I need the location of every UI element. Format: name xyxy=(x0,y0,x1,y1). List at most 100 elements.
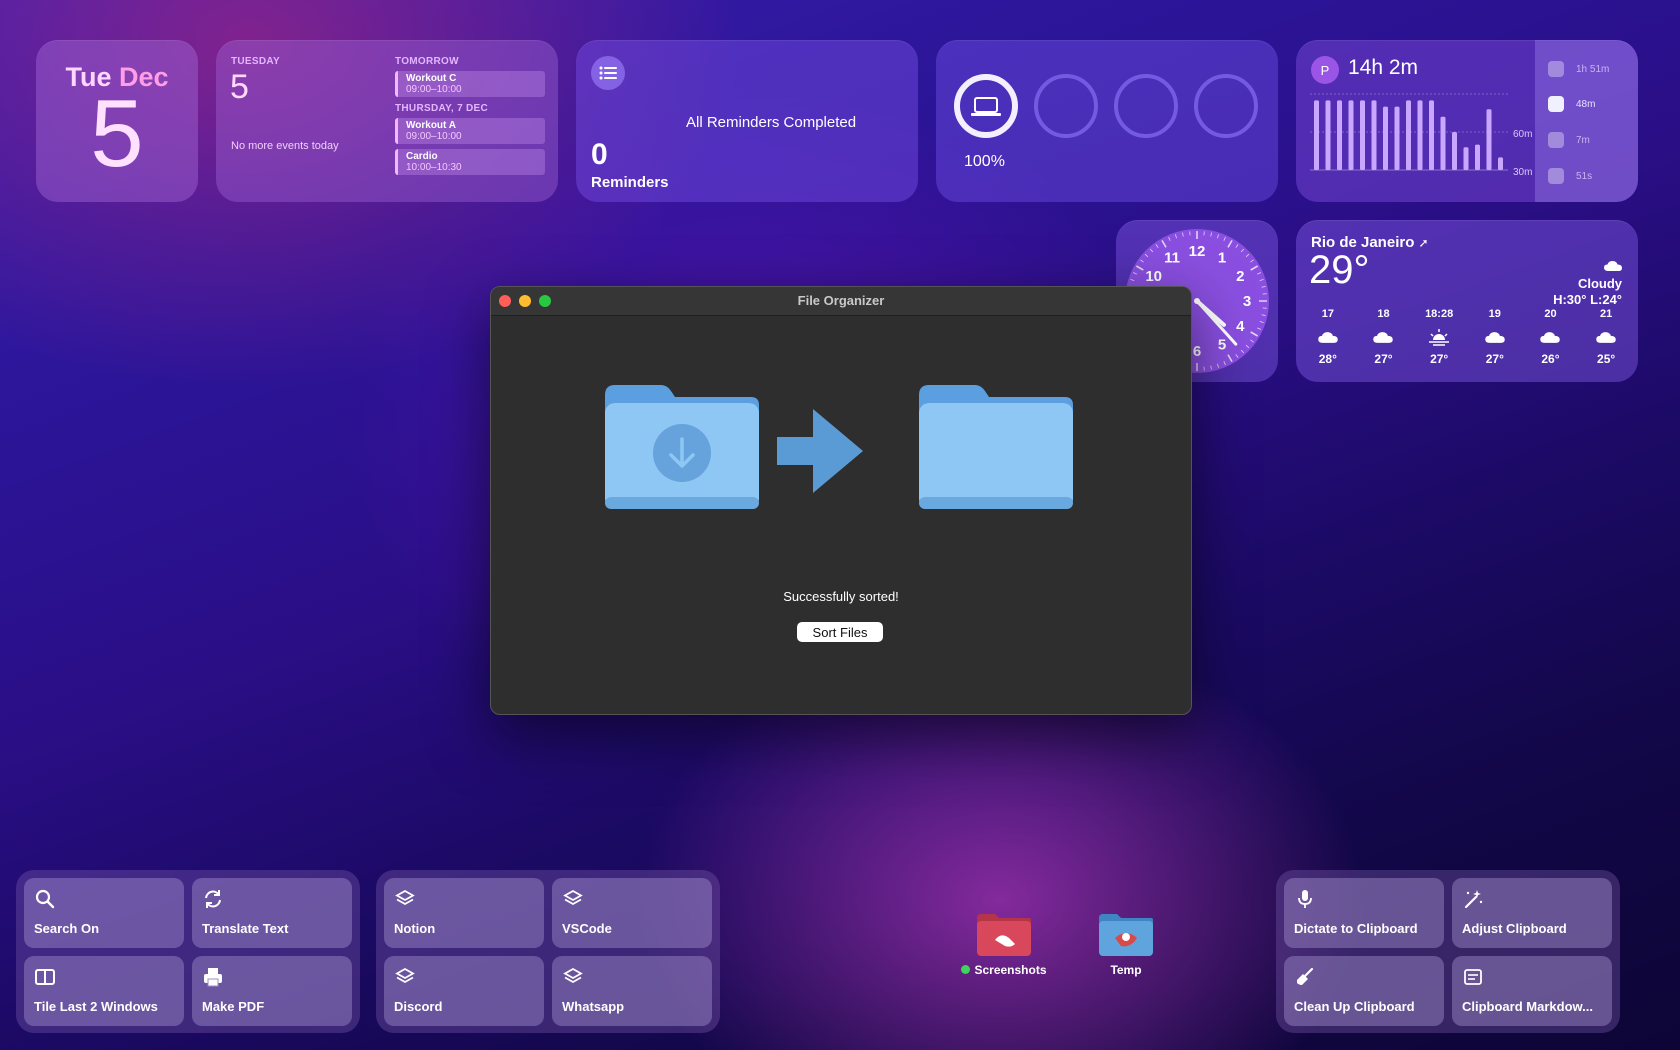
calendar-events-widget[interactable]: TUESDAY 5 No more events today TOMORROW … xyxy=(216,40,558,202)
forecast-temp: 27° xyxy=(1485,352,1504,366)
forecast-item: 21 25° xyxy=(1581,308,1631,366)
axis-label: 60m xyxy=(1513,129,1532,140)
usage-bar xyxy=(1463,147,1469,170)
zoom-button[interactable] xyxy=(539,295,551,307)
refresh-icon xyxy=(205,890,221,908)
vscode-icon xyxy=(1548,96,1564,112)
shortcut-dictate-to-clipboard[interactable]: Dictate to Clipboard xyxy=(1284,878,1444,948)
cloud-icon xyxy=(1470,326,1520,348)
usage-bar xyxy=(1452,132,1457,170)
list-icon xyxy=(591,56,625,90)
minimize-button[interactable] xyxy=(519,295,531,307)
app-usage-row: 7m xyxy=(1548,132,1590,148)
shortcut-clean-up-clipboard[interactable]: Clean Up Clipboard xyxy=(1284,956,1444,1026)
layers-icon xyxy=(563,967,583,984)
desktop-folder-temp[interactable]: Temp xyxy=(1076,912,1176,977)
app-usage-time: 48m xyxy=(1576,98,1596,110)
today-day: 5 xyxy=(230,68,249,106)
shortcut-label: Notion xyxy=(394,921,436,936)
status-message: Successfully sorted! xyxy=(783,589,899,604)
shortcut-whatsapp[interactable]: Whatsapp xyxy=(552,956,712,1026)
shortcut-translate-text[interactable]: Translate Text xyxy=(192,878,352,948)
usage-bar xyxy=(1406,100,1411,170)
shortcut-label: Clipboard Markdow... xyxy=(1462,999,1593,1014)
cloud-icon xyxy=(1604,261,1622,271)
app-usage-time: 1h 51m xyxy=(1576,63,1610,75)
screen-time-total: 14h 2m xyxy=(1348,56,1419,79)
document-icon xyxy=(1464,969,1482,985)
shortcut-label: Make PDF xyxy=(202,999,265,1014)
forecast-temp: 25° xyxy=(1597,352,1616,366)
usage-bar xyxy=(1475,144,1480,170)
shortcut-search-on[interactable]: Search On xyxy=(24,878,184,948)
shortcut-notion[interactable]: Notion xyxy=(384,878,544,948)
window-titlebar[interactable]: File Organizer xyxy=(491,287,1191,316)
cloud-icon xyxy=(1581,326,1631,348)
app-usage-row: 1h 51m xyxy=(1548,61,1609,77)
event-item[interactable]: Cardio 10:00–10:30 xyxy=(395,149,545,175)
hi-lo-text: H:30° L:24° xyxy=(1553,292,1622,307)
destination-folder-icon xyxy=(919,385,1073,509)
shortcut-label: VSCode xyxy=(562,921,612,936)
forecast-time: 18 xyxy=(1377,308,1390,320)
screen-time-widget[interactable]: P 14h 2m 60m 30m 0m 02 08 14 1h 51m 48m … xyxy=(1296,40,1638,202)
layers-icon xyxy=(395,889,415,906)
broom-icon xyxy=(1297,967,1314,985)
usage-bar xyxy=(1417,100,1423,170)
usage-bar xyxy=(1337,100,1342,170)
clock-number: 4 xyxy=(1236,318,1245,335)
event-item[interactable]: Workout A 09:00–10:00 xyxy=(395,118,545,144)
laptop-icon xyxy=(971,97,1001,116)
shortcut-label: Tile Last 2 Windows xyxy=(34,999,158,1014)
cloud-icon xyxy=(1358,326,1408,348)
battery-ring-empty xyxy=(1034,74,1098,138)
desktop-folder-screenshots[interactable]: Screenshots xyxy=(954,912,1054,977)
shortcut-clipboard-markdown[interactable]: Clipboard Markdow... xyxy=(1452,956,1612,1026)
app-usage-row: 48m xyxy=(1548,96,1595,112)
usage-bar xyxy=(1429,100,1434,170)
usage-bar xyxy=(1314,100,1319,170)
reminders-count: 0 xyxy=(591,138,608,171)
shortcuts-widget-2: Notion VSCode Discord Whatsapp xyxy=(376,870,720,1033)
shortcut-label: Discord xyxy=(394,999,443,1014)
no-events-text: No more events today xyxy=(231,140,339,152)
shortcut-vscode[interactable]: VSCode xyxy=(552,878,712,948)
close-button[interactable] xyxy=(499,295,511,307)
event-item[interactable]: Workout C 09:00–10:00 xyxy=(395,71,545,97)
folder-icon xyxy=(977,914,1031,956)
usage-bar xyxy=(1394,106,1400,170)
shortcut-discord[interactable]: Discord xyxy=(384,956,544,1026)
batteries-widget[interactable]: 100% xyxy=(936,40,1278,202)
reminders-widget[interactable]: All Reminders Completed 0 Reminders xyxy=(576,40,918,202)
app-usage-row: 51s xyxy=(1548,168,1592,184)
forecast-temp: 27° xyxy=(1374,352,1393,366)
cloud-icon xyxy=(1525,326,1575,348)
usage-bar xyxy=(1498,157,1503,170)
weather-widget[interactable]: Rio de Janeiro ➚ 29° Cloudy H:30° L:24° … xyxy=(1296,220,1638,382)
battery-ring-empty xyxy=(1194,74,1258,138)
sort-files-button[interactable]: Sort Files xyxy=(797,622,883,642)
clock-number: 1 xyxy=(1218,250,1226,267)
shortcut-make-pdf[interactable]: Make PDF xyxy=(192,956,352,1026)
clock-number: 6 xyxy=(1193,343,1201,360)
printer-icon xyxy=(204,968,222,987)
forecast-item: 18 27° xyxy=(1358,308,1408,366)
file-organizer-window[interactable]: File Organizer Successfully sorted! Sort… xyxy=(490,286,1192,715)
clock-number: 12 xyxy=(1189,243,1206,260)
shortcut-tile-last-2-windows[interactable]: Tile Last 2 Windows xyxy=(24,956,184,1026)
event-title: Workout A xyxy=(406,120,456,131)
shortcut-adjust-clipboard[interactable]: Adjust Clipboard xyxy=(1452,878,1612,948)
thursday-label: THURSDAY, 7 DEC xyxy=(395,103,489,114)
shortcut-label: Dictate to Clipboard xyxy=(1294,921,1418,936)
forecast-item: 18:28 27° xyxy=(1414,308,1464,366)
avatar: P xyxy=(1311,56,1339,84)
calendar-date-widget[interactable]: Tue Dec 5 xyxy=(36,40,198,202)
forecast-temp: 27° xyxy=(1430,352,1449,366)
reminders-message: All Reminders Completed xyxy=(686,114,857,131)
battery-ring-empty xyxy=(1114,74,1178,138)
microphone-icon xyxy=(1298,890,1312,908)
weather-condition: Cloudy H:30° L:24° xyxy=(1553,260,1622,308)
clock-number: 10 xyxy=(1145,268,1162,285)
clock-number: 5 xyxy=(1218,336,1226,353)
downloads-folder-icon xyxy=(605,385,759,509)
